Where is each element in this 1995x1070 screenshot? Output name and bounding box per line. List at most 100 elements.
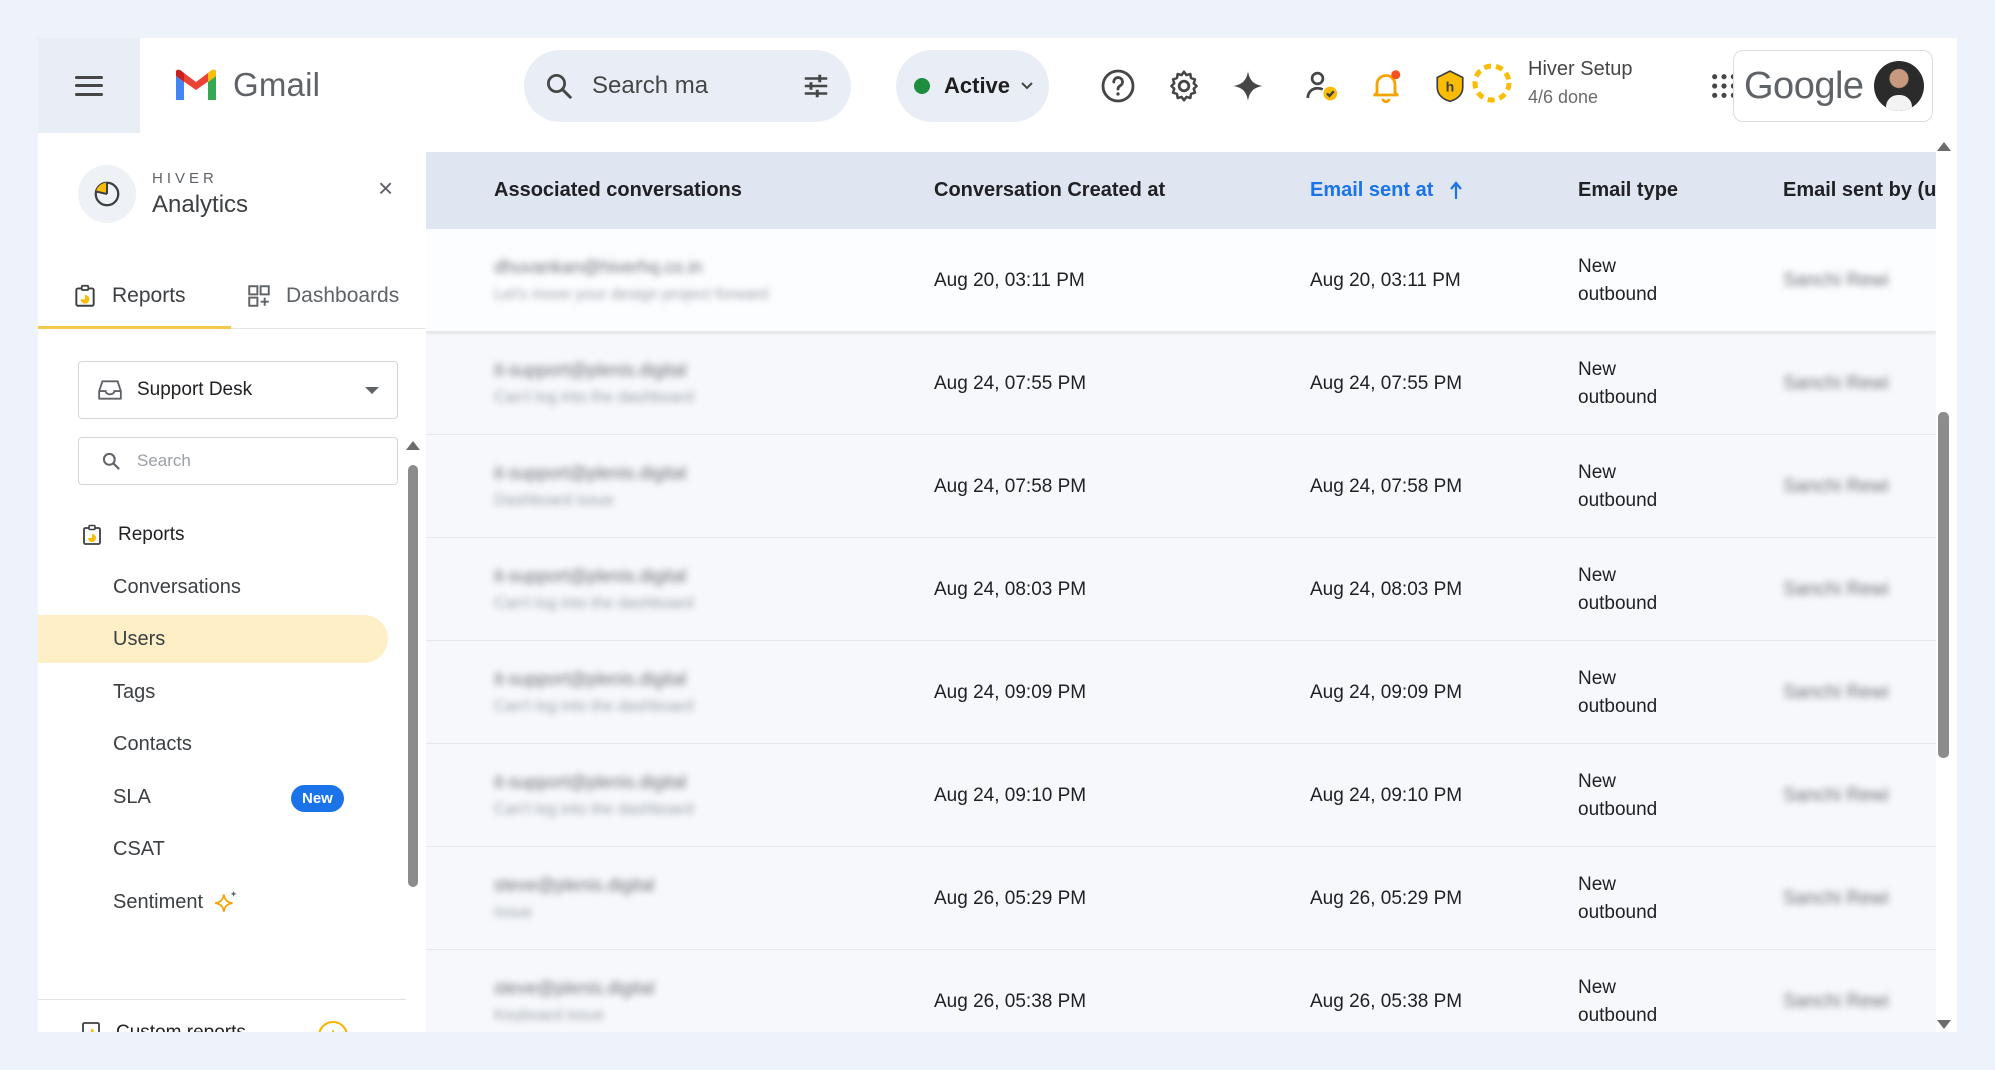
column-header-email-sent-by[interactable]: Email sent by (u [1783, 152, 1936, 229]
gmail-m-icon [176, 69, 216, 100]
gear-icon[interactable] [1164, 66, 1204, 106]
conversation-email: steve@plenis.digital [494, 875, 655, 895]
hiver-shield-icon[interactable]: h [1430, 66, 1470, 106]
column-header-associated-conversations[interactable]: Associated conversations [494, 152, 742, 229]
email-type-line2: outbound [1578, 798, 1658, 820]
add-custom-report-button[interactable]: + [318, 1021, 348, 1032]
conversation-email: it-support@plenis.digital [494, 566, 687, 586]
search-icon[interactable] [544, 71, 574, 101]
google-account-button[interactable]: Google [1733, 50, 1933, 122]
sidebar-item-csat[interactable]: CSAT [38, 825, 388, 873]
status-dropdown[interactable]: Active [896, 50, 1049, 122]
sidebar-item-users[interactable]: Users [38, 615, 388, 663]
search-icon [102, 452, 120, 470]
sparkle-icon[interactable] [1228, 66, 1268, 106]
sent-at-cell: Aug 26, 05:29 PM [1310, 887, 1463, 909]
table-row[interactable]: it-support@plenis.digital Can't log into … [426, 332, 1936, 435]
hiver-setup-progress[interactable]: Hiver Setup 4/6 done [1470, 58, 1633, 108]
gmail-logo[interactable]: Gmail [173, 66, 320, 104]
column-header-email-sent-at[interactable]: Email sent at [1310, 152, 1463, 229]
reports-section-header[interactable]: Reports [80, 523, 185, 547]
associated-conversation-cell[interactable]: steve@plenis.digital Issue [494, 847, 654, 950]
filter-sliders-icon[interactable] [801, 71, 831, 101]
table-row[interactable]: steve@plenis.digital Issue Aug 26, 05:29 … [426, 847, 1936, 950]
column-header-email-type[interactable]: Email type [1578, 152, 1678, 229]
sent-at-cell: Aug 20, 03:11 PM [1310, 269, 1461, 291]
table-row[interactable]: it-support@plenis.digital Can't log into … [426, 538, 1936, 641]
search-input[interactable]: Search ma [592, 72, 801, 100]
associated-conversation-cell[interactable]: it-support@plenis.digital Can't log into … [494, 332, 694, 435]
status-label: Active [944, 73, 1011, 98]
menu-icon [75, 75, 103, 96]
email-type-line1: New [1578, 873, 1617, 895]
associated-conversation-cell[interactable]: it-support@plenis.digital Can't log into … [494, 641, 694, 744]
status-dot [914, 78, 930, 94]
main-menu-button[interactable] [38, 38, 140, 133]
custom-reports-link[interactable]: Custom reports [80, 1021, 246, 1032]
nav-label: CSAT [113, 837, 165, 860]
brand-title: Analytics [152, 190, 249, 218]
analytics-sidebar: HIVER Analytics × Reports Dashboards Sup… [38, 133, 426, 1032]
nav-label: Users [113, 627, 166, 650]
sidebar-search-input[interactable]: Search [137, 451, 191, 471]
sidebar-item-contacts[interactable]: Contacts [38, 720, 388, 768]
sparkle-icon [215, 890, 237, 912]
scroll-up-arrow[interactable] [1937, 142, 1951, 151]
table-row[interactable]: it-support@plenis.digital Dashboard issue… [426, 435, 1936, 538]
table-row[interactable]: steve@plenis.digital Keyboard issue Aug 2… [426, 950, 1936, 1032]
associated-conversation-cell[interactable]: dhuvankan@hiverhq.co.in Let's move your d… [494, 229, 768, 332]
sent-at-cell: Aug 24, 08:03 PM [1310, 578, 1463, 600]
bell-icon[interactable] [1366, 66, 1406, 106]
user-status-icon[interactable] [1302, 66, 1342, 106]
associated-conversation-cell[interactable]: it-support@plenis.digital Can't log into … [494, 744, 694, 847]
email-type-line1: New [1578, 358, 1617, 380]
sent-by-cell: Sanchi Rewi [1783, 372, 1889, 394]
avatar[interactable] [1874, 61, 1924, 111]
mail-search-bar[interactable]: Search ma [524, 50, 851, 122]
sidebar-item-tags[interactable]: Tags [38, 668, 388, 716]
tab-dashboards[interactable]: Dashboards [246, 263, 399, 329]
user-emails-table: Associated conversations Conversation Cr… [426, 152, 1936, 1032]
conversation-email: it-support@plenis.digital [494, 772, 687, 792]
associated-conversation-cell[interactable]: it-support@plenis.digital Dashboard issue [494, 435, 686, 538]
table-row[interactable]: it-support@plenis.digital Can't log into … [426, 641, 1936, 744]
table-row[interactable]: it-support@plenis.digital Can't log into … [426, 744, 1936, 847]
inbox-select[interactable]: Support Desk [78, 361, 398, 419]
email-type-line1: New [1578, 976, 1617, 998]
created-at-cell: Aug 24, 07:58 PM [934, 475, 1087, 497]
close-icon[interactable]: × [378, 173, 393, 204]
created-at-cell: Aug 20, 03:11 PM [934, 269, 1085, 291]
sidebar-item-conversations[interactable]: Conversations [38, 563, 388, 611]
email-type-cell: New outbound [1578, 229, 1657, 332]
sidebar-item-sentiment[interactable]: Sentiment [38, 878, 388, 926]
sidebar-search[interactable]: Search [78, 437, 398, 485]
help-icon[interactable] [1098, 66, 1138, 106]
email-type-cell: New outbound [1578, 744, 1657, 847]
sent-at-cell: Aug 26, 05:38 PM [1310, 990, 1463, 1012]
email-type-line2: outbound [1578, 901, 1658, 923]
analytics-pie-icon [78, 165, 136, 223]
sent-by-cell: Sanchi Rewi [1783, 475, 1889, 497]
email-type-cell: New outbound [1578, 538, 1657, 641]
sent-by-cell: Sanchi Rewi [1783, 887, 1889, 909]
email-type-line1: New [1578, 667, 1617, 689]
conversation-email: it-support@plenis.digital [494, 463, 687, 483]
scroll-down-arrow[interactable] [1937, 1020, 1951, 1029]
associated-conversation-cell[interactable]: steve@plenis.digital Keyboard issue [494, 950, 654, 1032]
email-type-line1: New [1578, 564, 1617, 586]
conversation-subject: Let's move your design project forward [494, 286, 769, 303]
scroll-up-arrow[interactable] [406, 441, 420, 450]
sorted-column-label: Email sent at [1310, 179, 1434, 201]
svg-text:h: h [1446, 80, 1455, 96]
column-header-conversation-created-at[interactable]: Conversation Created at [934, 152, 1165, 229]
inbox-icon [98, 380, 122, 400]
table-scroll-thumb[interactable] [1938, 412, 1949, 758]
associated-conversation-cell[interactable]: it-support@plenis.digital Can't log into … [494, 538, 694, 641]
tab-reports[interactable]: Reports [72, 263, 186, 329]
inbox-select-value: Support Desk [137, 379, 253, 400]
table-row[interactable]: dhuvankan@hiverhq.co.in Let's move your d… [426, 229, 1936, 332]
custom-reports-label: Custom reports [116, 1022, 246, 1032]
sidebar-item-sla[interactable]: SLA New [38, 773, 388, 821]
conversation-subject: Can't log into the dashboard [494, 801, 694, 818]
sidebar-scroll-thumb[interactable] [408, 465, 418, 887]
